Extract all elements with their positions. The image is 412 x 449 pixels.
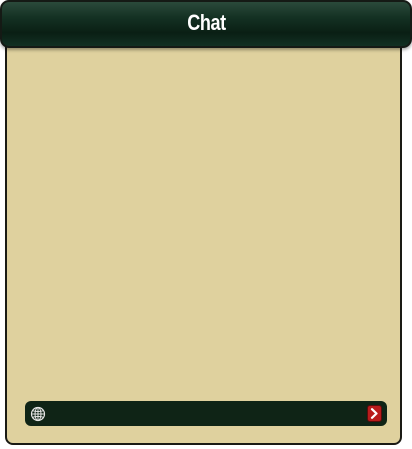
chat-messages-area[interactable]: [8, 50, 402, 395]
globe-icon[interactable]: [30, 406, 46, 422]
chevron-right-icon: [370, 408, 378, 419]
chat-title: Chat: [186, 10, 226, 35]
chat-input-bar: [25, 401, 387, 426]
chat-title-bar: Chat: [0, 0, 412, 48]
send-button[interactable]: [367, 405, 382, 422]
chat-message-input[interactable]: [52, 404, 361, 423]
